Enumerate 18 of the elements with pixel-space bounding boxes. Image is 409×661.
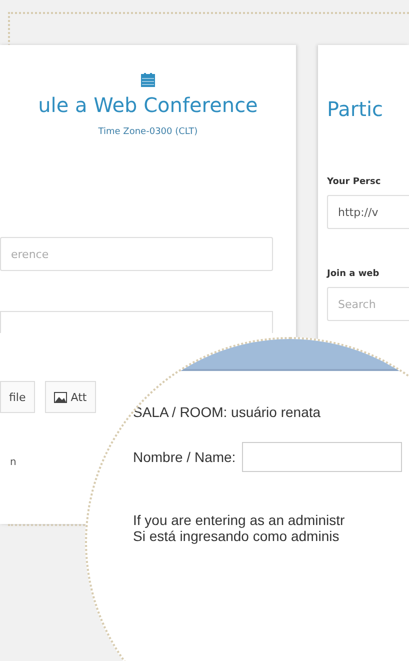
time-zone-text: Time Zone-0300 (CLT) [98, 127, 198, 137]
calendar-icon [141, 73, 155, 87]
text-area-field[interactable] [0, 311, 273, 333]
field-label: Your Persc [327, 177, 382, 187]
notice-text: Si está ingresando como adminis [133, 528, 340, 544]
attach-image-button[interactable]: Att [44, 381, 96, 413]
panel-title: Partic [327, 97, 384, 121]
name-field[interactable] [242, 442, 402, 472]
image-icon [54, 392, 67, 402]
field-label: Join a web [327, 269, 380, 279]
input-field[interactable]: erence [0, 237, 273, 271]
notice-text: If you are entering as an administr [133, 512, 346, 528]
link-field[interactable]: http://v [327, 195, 409, 229]
search-field[interactable]: Search [327, 287, 409, 321]
panel-title: ule a Web Conference [38, 93, 258, 117]
name-label: Nombre / Name: [133, 449, 236, 465]
file-button[interactable]: file [0, 381, 35, 413]
footer-text: n [10, 457, 16, 468]
